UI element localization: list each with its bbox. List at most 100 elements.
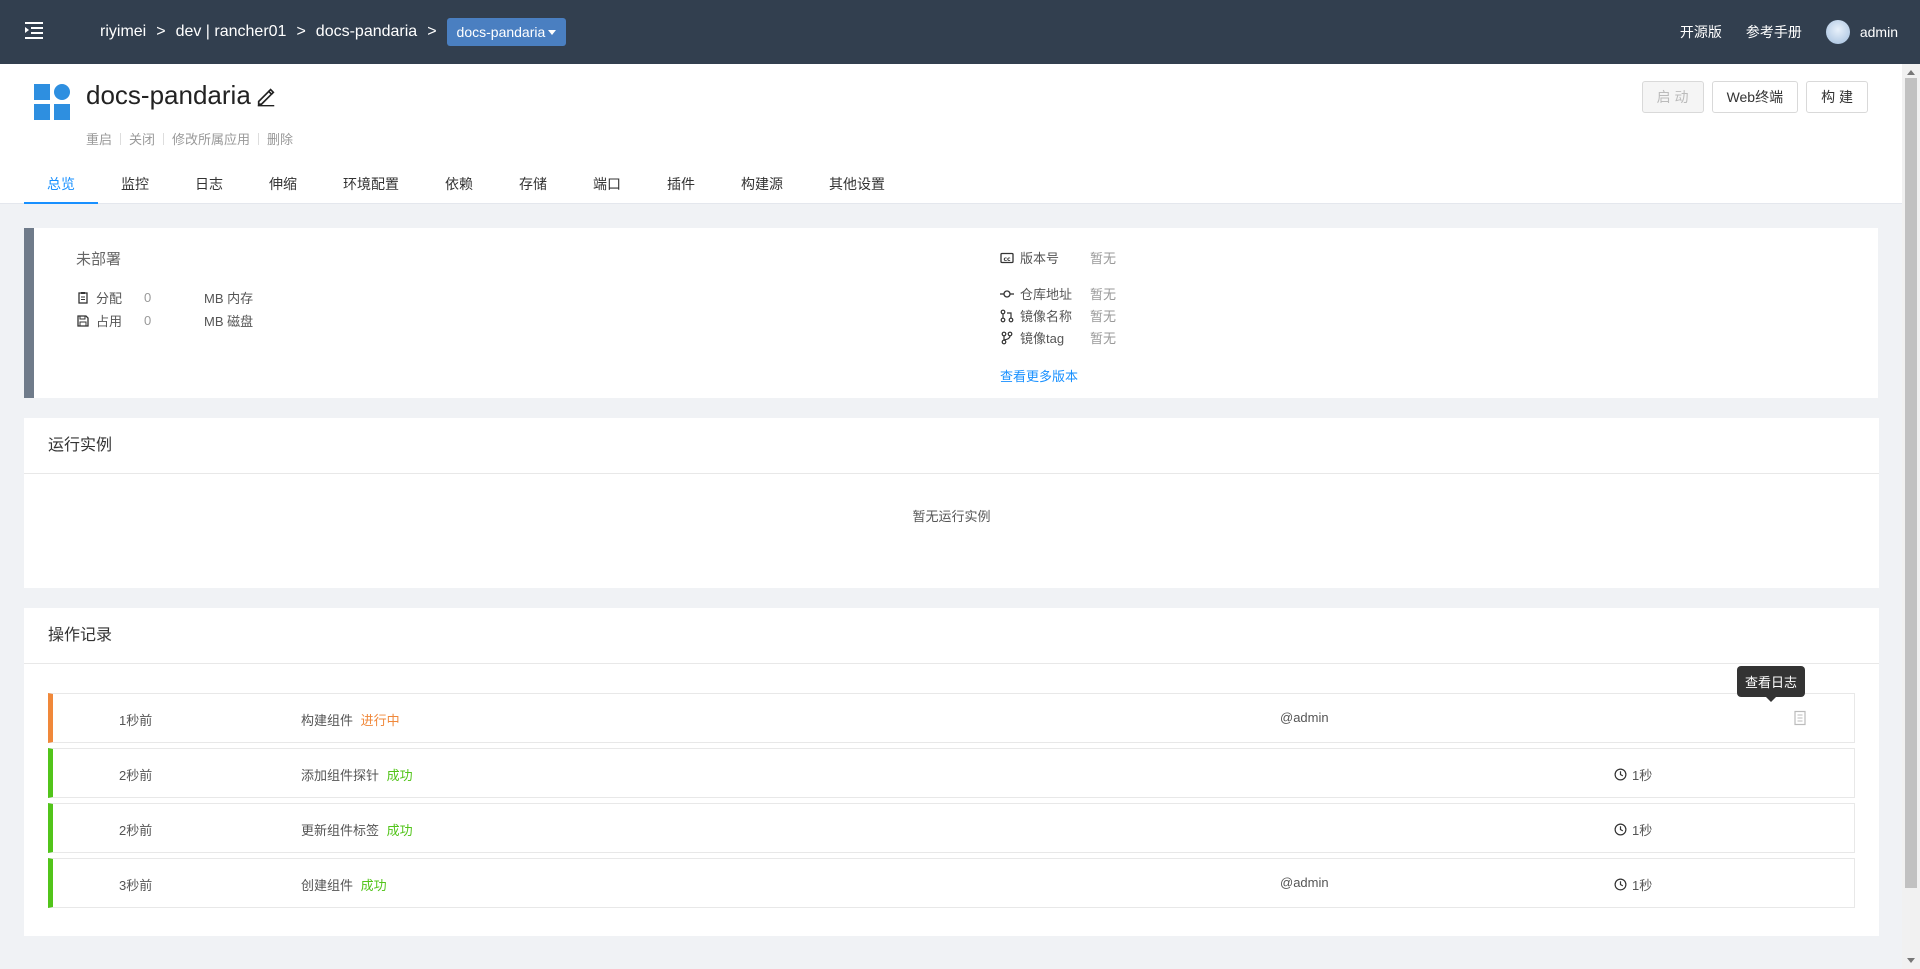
record-duration-text: 1秒 xyxy=(1632,878,1653,893)
tab-other-settings[interactable]: 其他设置 xyxy=(806,167,908,204)
tab-logs[interactable]: 日志 xyxy=(172,167,246,204)
user-menu[interactable]: admin xyxy=(1825,20,1898,44)
record-duration: 1秒 xyxy=(1614,875,1652,894)
scrollbar-thumb[interactable] xyxy=(1905,78,1917,888)
repo-row: 仓库地址 暂无 xyxy=(1000,284,1116,303)
record-time: 3秒前 xyxy=(119,878,153,893)
allocated-unit: MB 内存 xyxy=(204,291,254,306)
tab-ports[interactable]: 端口 xyxy=(570,167,644,204)
component-name: docs-pandaria xyxy=(86,80,251,110)
used-disk-row: 占用 0 MB 磁盘 xyxy=(76,311,253,330)
disk-icon xyxy=(77,314,89,327)
operation-records-title: 操作记录 xyxy=(24,608,1879,664)
username: admin xyxy=(1859,24,1898,40)
record-desc-text: 创建组件 xyxy=(301,878,354,893)
used-value: 0 xyxy=(144,313,152,328)
breadcrumb-separator: > xyxy=(156,23,166,40)
record-desc: 构建组件 进行中 xyxy=(301,710,400,729)
record-duration: 1秒 xyxy=(1614,765,1652,784)
cc-icon: cc xyxy=(1000,252,1014,263)
running-instances-empty: 暂无运行实例 xyxy=(912,509,991,524)
breadcrumb: riyimei > dev | rancher01 > docs-pandari… xyxy=(100,0,567,64)
operation-records-card: 操作记录 1秒前 构建组件 进行中 @admin 2秒前 添加组件探针 成功 1… xyxy=(24,608,1879,936)
image-name-label: 镜像名称 xyxy=(1020,309,1073,324)
tab-monitor[interactable]: 监控 xyxy=(98,167,172,204)
record-row: 2秒前 更新组件标签 成功 1秒 xyxy=(48,803,1855,853)
start-button[interactable]: 启 动 xyxy=(1641,81,1704,113)
pull-request-icon xyxy=(1000,309,1014,322)
stop-action[interactable]: 关闭 xyxy=(129,129,155,148)
tab-plugins[interactable]: 插件 xyxy=(644,167,718,204)
version-label: 版本号 xyxy=(1020,251,1060,266)
commit-icon xyxy=(1000,289,1014,298)
clipboard-icon xyxy=(78,291,88,304)
delete-action[interactable]: 删除 xyxy=(267,129,293,148)
record-time: 2秒前 xyxy=(119,768,153,783)
record-desc-text: 更新组件标签 xyxy=(301,823,380,838)
breadcrumb-component[interactable]: docs-pandaria xyxy=(316,23,417,41)
component-switcher-dropdown[interactable]: docs-pandaria xyxy=(446,18,567,46)
breadcrumb-app[interactable]: dev | rancher01 xyxy=(176,23,287,41)
record-status: 成功 xyxy=(360,878,387,893)
move-app-action[interactable]: 修改所属应用 xyxy=(172,129,250,148)
image-name-row: 镜像名称 暂无 xyxy=(1000,306,1116,325)
tab-env-config[interactable]: 环境配置 xyxy=(320,167,422,204)
page-title: docs-pandaria xyxy=(86,80,277,111)
header-buttons: 启 动 Web终端 构 建 xyxy=(1641,81,1868,113)
tab-scaling[interactable]: 伸缩 xyxy=(246,167,320,204)
tab-overview[interactable]: 总览 xyxy=(24,167,98,204)
app-grid-icon xyxy=(34,84,70,120)
running-instances-card: 运行实例 暂无运行实例 xyxy=(24,418,1879,588)
build-button[interactable]: 构 建 xyxy=(1806,81,1868,113)
breadcrumb-separator: > xyxy=(296,23,306,40)
used-label: 占用 xyxy=(96,314,123,329)
clock-icon xyxy=(1614,823,1627,836)
record-duration-text: 1秒 xyxy=(1632,823,1653,838)
allocated-label: 分配 xyxy=(96,291,123,306)
tab-storage[interactable]: 存储 xyxy=(496,167,570,204)
page-scrollbar[interactable] xyxy=(1902,64,1920,969)
menu-toggle-icon[interactable] xyxy=(22,18,46,42)
repo-value: 暂无 xyxy=(1090,287,1117,302)
component-header: docs-pandaria 重启 关闭 修改所属应用 删除 启 动 Web终端 … xyxy=(0,64,1902,204)
web-terminal-button[interactable]: Web终端 xyxy=(1711,81,1799,113)
restart-action[interactable]: 重启 xyxy=(86,129,112,148)
manual-link[interactable]: 参考手册 xyxy=(1746,22,1802,42)
record-time: 1秒前 xyxy=(119,713,153,728)
tab-build-source[interactable]: 构建源 xyxy=(718,167,806,204)
svg-text:cc: cc xyxy=(1003,256,1011,263)
running-instances-title: 运行实例 xyxy=(24,418,1879,474)
divider xyxy=(163,132,165,145)
tab-dependencies[interactable]: 依赖 xyxy=(422,167,496,204)
log-file-icon[interactable] xyxy=(1793,710,1807,726)
record-time: 2秒前 xyxy=(119,823,153,838)
record-desc-text: 添加组件探针 xyxy=(301,768,380,783)
breadcrumb-team[interactable]: riyimei xyxy=(100,23,146,41)
breadcrumb-separator: > xyxy=(427,23,437,40)
deploy-status: 未部署 xyxy=(76,251,122,268)
record-user: @admin xyxy=(1280,875,1329,890)
scroll-up-arrow-icon[interactable] xyxy=(1907,70,1915,75)
chevron-down-icon xyxy=(548,29,557,35)
image-tag-row: 镜像tag 暂无 xyxy=(1000,328,1116,347)
repo-label: 仓库地址 xyxy=(1020,287,1073,302)
version-value: 暂无 xyxy=(1090,251,1117,266)
more-versions-link[interactable]: 查看更多版本 xyxy=(1000,366,1078,385)
image-tag-value: 暂无 xyxy=(1090,331,1117,346)
edit-icon[interactable] xyxy=(255,85,277,107)
record-duration-text: 1秒 xyxy=(1632,768,1653,783)
scroll-down-arrow-icon[interactable] xyxy=(1907,958,1915,963)
record-desc: 添加组件探针 成功 xyxy=(301,765,413,784)
record-desc: 创建组件 成功 xyxy=(301,875,387,894)
record-status: 成功 xyxy=(386,823,413,838)
used-unit: MB 磁盘 xyxy=(204,314,254,329)
record-desc: 更新组件标签 成功 xyxy=(301,820,413,839)
allocated-value: 0 xyxy=(144,290,152,305)
component-tabs: 总览 监控 日志 伸缩 环境配置 依赖 存储 端口 插件 构建源 其他设置 xyxy=(24,167,908,204)
version-row: cc 版本号 暂无 xyxy=(1000,248,1116,267)
status-card: 未部署 分配 0 MB 内存 占用 0 MB 磁盘 cc 版本号 暂无 仓库地址… xyxy=(24,228,1878,398)
record-row: 1秒前 构建组件 进行中 @admin xyxy=(48,693,1855,743)
clock-icon xyxy=(1614,768,1627,781)
opensource-link[interactable]: 开源版 xyxy=(1680,22,1722,42)
image-tag-label: 镜像tag xyxy=(1020,331,1065,346)
